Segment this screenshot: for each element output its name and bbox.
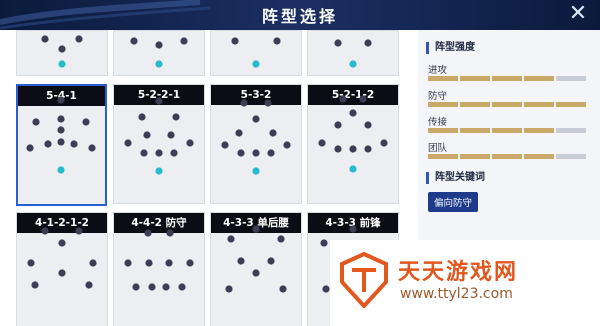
stat-bar-attack [428, 76, 586, 81]
stat-label-team: 团队 [428, 143, 448, 154]
formation-card-4-1-2-1-2[interactable]: 4-1-2-1-2 [16, 212, 108, 326]
formation-pitch [124, 97, 194, 175]
stat-label-attack: 进攻 [428, 65, 448, 76]
close-icon[interactable]: ✕ [564, 0, 592, 28]
formation-card-5-2-2-1[interactable]: 5-2-2-1 [113, 84, 205, 204]
formation-card-partial[interactable] [210, 30, 302, 76]
formation-pitch [124, 229, 194, 291]
formation-pitch [41, 35, 83, 68]
stat-bar-team [428, 154, 586, 159]
formation-card-partial[interactable] [113, 30, 205, 76]
formation-card-4-3-3-single-dm[interactable]: 4-3-3 单后腰 [210, 212, 302, 326]
formation-pitch [225, 225, 287, 293]
formation-pitch [130, 37, 188, 68]
formation-window: 阵型选择 ✕ 5-4-1 5-2-2-1 5-3-2 5-2-1-2 4-1-2… [0, 0, 600, 326]
stat-bar-passing [428, 128, 586, 133]
formation-pitch [26, 96, 96, 174]
brand-logo-icon [340, 252, 388, 308]
formation-pitch [221, 99, 291, 175]
strength-title: 阵型强度 [426, 42, 475, 54]
formation-card-4-4-2-defense[interactable]: 4-4-2 防守 [113, 212, 205, 326]
formation-pitch [231, 37, 281, 68]
page-title: 阵型选择 [261, 7, 338, 26]
keyword-title: 阵型关键词 [426, 172, 485, 184]
stat-bar-defense [428, 102, 586, 107]
formation-pitch [27, 227, 97, 289]
formation-card-5-3-2[interactable]: 5-3-2 [210, 84, 302, 204]
formation-pitch [334, 39, 372, 68]
formation-card-partial[interactable] [307, 30, 399, 76]
formation-card-5-2-1-2[interactable]: 5-2-1-2 [307, 84, 399, 204]
watermark-url: www.ttyl23.com [400, 286, 513, 302]
header-bar: 阵型选择 ✕ [0, 0, 600, 30]
formation-card-partial[interactable] [16, 30, 108, 76]
keyword-tag: 偏向防守 [428, 192, 479, 212]
watermark-brand: 天天游戏网 [398, 260, 519, 285]
formation-pitch [318, 95, 388, 173]
formation-card-5-4-1[interactable]: 5-4-1 [16, 84, 107, 206]
watermark: 天天游戏网 www.ttyl23.com [330, 240, 600, 326]
stat-label-passing: 传接 [428, 117, 448, 128]
stat-label-defense: 防守 [428, 91, 448, 102]
